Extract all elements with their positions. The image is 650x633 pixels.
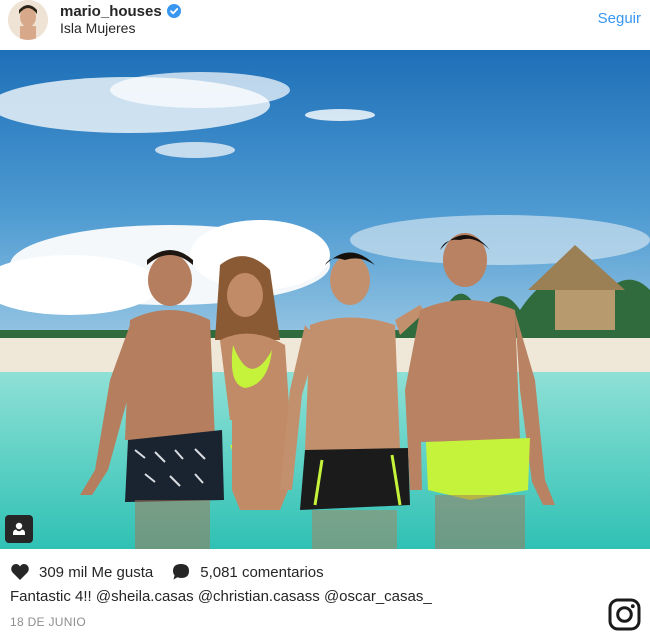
mention-link[interactable]: @oscar_casas_ bbox=[324, 588, 432, 605]
post-header: mario_houses Isla Mujeres Seguir bbox=[0, 0, 650, 50]
username-link[interactable]: mario_houses bbox=[60, 3, 162, 20]
post-date: 18 DE JUNIO bbox=[10, 615, 86, 629]
heart-icon[interactable] bbox=[10, 562, 30, 582]
engagement-row: 309 mil Me gusta 5,081 comentarios bbox=[10, 562, 342, 582]
post-caption: Fantastic 4!! @sheila.casas @christian.c… bbox=[10, 588, 432, 605]
location-link[interactable]: Isla Mujeres bbox=[60, 20, 135, 36]
caption-text: Fantastic 4!! bbox=[10, 588, 92, 605]
follow-button[interactable]: Seguir bbox=[598, 10, 641, 27]
comment-bubble-icon[interactable] bbox=[171, 562, 191, 582]
username-row: mario_houses bbox=[60, 2, 181, 20]
user-tag-icon[interactable] bbox=[5, 515, 33, 543]
mention-link[interactable]: @sheila.casas bbox=[96, 588, 194, 605]
verified-badge-icon bbox=[166, 4, 181, 18]
avatar[interactable] bbox=[8, 0, 48, 40]
mention-link[interactable]: @christian.casass bbox=[198, 588, 320, 605]
comments-count[interactable]: 5,081 comentarios bbox=[200, 564, 323, 581]
instagram-logo-icon[interactable] bbox=[608, 598, 641, 631]
likes-count[interactable]: 309 mil Me gusta bbox=[39, 564, 153, 581]
post-photo[interactable] bbox=[0, 50, 650, 549]
